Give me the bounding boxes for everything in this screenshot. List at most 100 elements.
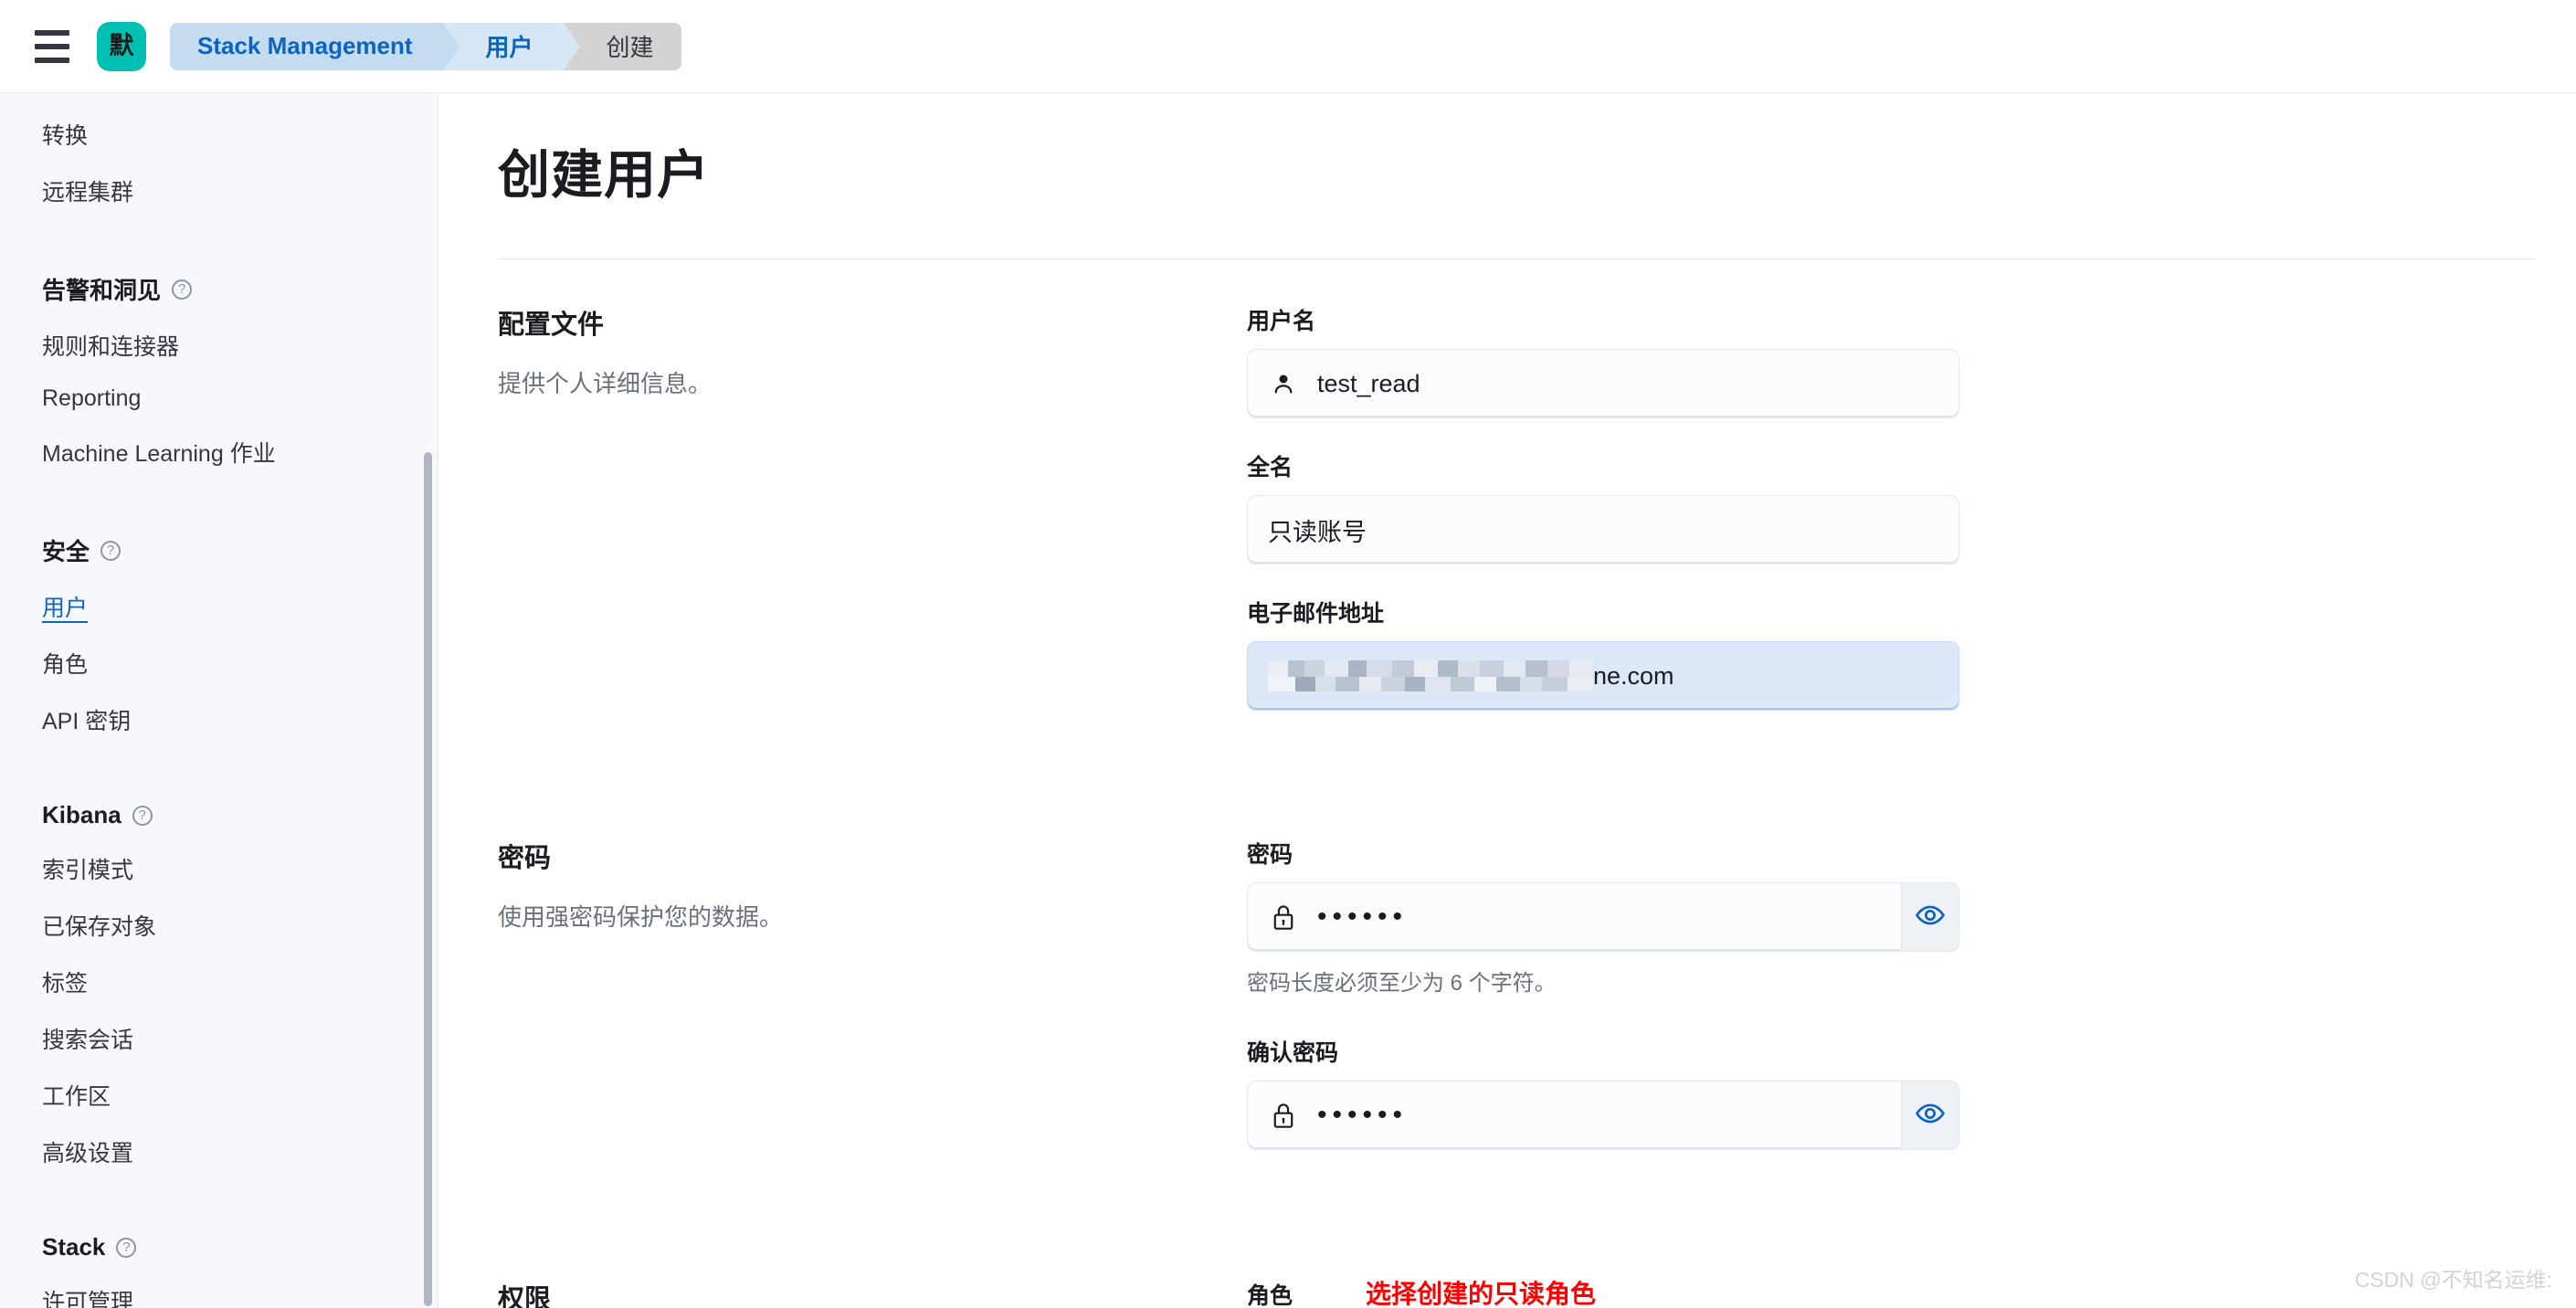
help-icon[interactable]: ? — [132, 805, 153, 826]
confirm-password-input[interactable]: •••••• — [1247, 1081, 1959, 1150]
field-label: 角色 — [1247, 1283, 1293, 1308]
sidebar-item-roles[interactable]: 角色 — [42, 635, 438, 691]
section-permissions-info: 权限 分配角色以管理访问和权限。 — [498, 1278, 1247, 1308]
sidebar-item-search-sessions[interactable]: 搜索会话 — [42, 1010, 438, 1067]
sidebar-item-machine-learning-jobs[interactable]: Machine Learning 作业 — [42, 424, 438, 480]
sidebar-item-users[interactable]: 用户 — [42, 578, 438, 635]
toggle-confirm-password-visibility-button[interactable] — [1901, 1081, 1959, 1150]
field-confirm-password: 确认密码 •••••• — [1247, 1035, 1959, 1150]
confirm-password-input-wrap: •••••• — [1247, 1081, 1959, 1150]
sidebar-item-api-keys[interactable]: API 密钥 — [42, 691, 438, 748]
sidebar-item-index-patterns[interactable]: 索引模式 — [42, 840, 438, 897]
field-username: 用户名 test_read — [1247, 303, 1959, 418]
hamburger-bar — [35, 57, 69, 63]
sidebar-group-label: Stack — [42, 1233, 106, 1261]
username-input[interactable]: test_read — [1247, 349, 1959, 418]
fullname-value: 只读账号 — [1268, 518, 1367, 546]
section-description: 提供个人详细信息。 — [498, 370, 713, 397]
section-password: 密码 使用强密码保护您的数据。 密码 •••••• 密码长度必须至少为 6 个字… — [439, 837, 2576, 1181]
breadcrumb-item-stack-management[interactable]: Stack Management — [170, 22, 459, 70]
section-password-info: 密码 使用强密码保护您的数据。 — [498, 837, 1247, 1181]
field-email: 电子邮件地址 ne.com — [1247, 596, 1959, 711]
field-label: 用户名 — [1247, 309, 1316, 334]
password-value: •••••• — [1317, 902, 1409, 932]
sidebar-group-kibana: Kibana ? 索引模式 已保存对象 标签 搜索会话 工作区 高级设置 — [42, 786, 438, 1180]
lock-icon — [1268, 902, 1299, 933]
breadcrumb-item-create: 创建 — [564, 22, 681, 70]
email-input[interactable]: ne.com — [1247, 641, 1959, 711]
watermark: CSDN @不知名运维: — [2354, 1268, 2552, 1292]
confirm-password-value: •••••• — [1317, 1100, 1409, 1130]
eye-icon — [1915, 900, 1946, 935]
lock-icon — [1268, 1100, 1299, 1131]
breadcrumb: Stack Management 用户 创建 — [170, 22, 681, 70]
field-roles: 角色 developers ✕ ✕ — [1247, 1278, 1959, 1308]
breadcrumb-item-users[interactable]: 用户 — [443, 22, 580, 70]
sidebar-scrollbar-thumb[interactable] — [424, 452, 432, 1306]
sidebar-group-title-kibana: Kibana ? — [42, 786, 438, 840]
sidebar-group-stack: Stack ? 许可管理 升级助手 — [42, 1218, 438, 1308]
section-profile: 配置文件 提供个人详细信息。 用户名 test_read 全名 只读账号 电子邮… — [439, 303, 2576, 742]
field-label: 电子邮件地址 — [1247, 601, 1385, 627]
field-label: 密码 — [1247, 842, 1293, 868]
sidebar-item-license-management[interactable]: 许可管理 — [42, 1272, 438, 1308]
help-icon[interactable]: ? — [172, 279, 193, 300]
field-label: 全名 — [1247, 455, 1293, 480]
section-permissions-fields: 选择创建的只读角色 角色 developers ✕ ✕ — [1247, 1278, 1959, 1308]
password-help-text: 密码长度必须至少为 6 个字符。 — [1247, 971, 1557, 996]
sidebar-item-spaces[interactable]: 工作区 — [42, 1067, 438, 1123]
section-permissions: 权限 分配角色以管理访问和权限。 选择创建的只读角色 角色 developers… — [439, 1278, 2576, 1308]
sidebar-group-security: 安全 ? 用户 角色 API 密钥 — [42, 519, 438, 748]
section-title: 配置文件 — [498, 311, 605, 340]
top-header: 默 Stack Management 用户 创建 — [0, 0, 2576, 93]
username-value: test_read — [1317, 369, 1420, 397]
section-profile-info: 配置文件 提供个人详细信息。 — [498, 303, 1247, 742]
section-description: 使用强密码保护您的数据。 — [498, 903, 784, 931]
help-icon[interactable]: ? — [100, 540, 121, 561]
section-title: 密码 — [498, 844, 552, 873]
password-input-wrap: •••••• — [1247, 882, 1959, 952]
sidebar-nav: 转换 远程集群 告警和洞见 ? 规则和连接器 Reporting Machine… — [0, 93, 438, 1308]
email-visible-tail: ne.com — [1593, 661, 1674, 690]
password-input[interactable]: •••••• — [1247, 882, 1959, 952]
sidebar-item-reporting[interactable]: Reporting — [42, 374, 438, 424]
toggle-password-visibility-button[interactable] — [1901, 882, 1959, 952]
hamburger-bar — [35, 29, 69, 36]
hamburger-menu-icon[interactable] — [31, 26, 73, 68]
field-password: 密码 •••••• 密码长度必须至少为 6 个字符。 — [1247, 837, 1959, 997]
title-divider — [498, 258, 2535, 259]
sidebar-item-advanced-settings[interactable]: 高级设置 — [42, 1123, 438, 1180]
sidebar-item-rules-connectors[interactable]: 规则和连接器 — [42, 317, 438, 374]
sidebar-group-label: 告警和洞见 — [42, 277, 162, 304]
app-logo[interactable]: 默 — [97, 21, 146, 71]
hamburger-bar — [35, 43, 69, 49]
sidebar-scrollbar[interactable] — [424, 93, 432, 1308]
sidebar-item-remote-clusters[interactable]: 远程集群 — [42, 163, 438, 219]
sidebar-group-label: 安全 — [42, 538, 90, 565]
section-title: 权限 — [498, 1285, 552, 1308]
section-profile-fields: 用户名 test_read 全名 只读账号 电子邮件地址 ne.com — [1247, 303, 1959, 742]
sidebar-group-label: Kibana — [42, 801, 121, 828]
main-content: 创建用户 配置文件 提供个人详细信息。 用户名 test_read 全名 只读账… — [439, 93, 2576, 1308]
fullname-input[interactable]: 只读账号 — [1247, 495, 1959, 564]
sidebar-group-title-stack: Stack ? — [42, 1218, 438, 1272]
app-root: 默 Stack Management 用户 创建 转换 远程集群 告警和洞见 ?… — [0, 0, 2576, 1308]
sidebar-item-tags[interactable]: 标签 — [42, 954, 438, 1010]
page-title: 创建用户 — [498, 146, 710, 205]
sidebar-group-title-security: 安全 ? — [42, 519, 438, 578]
help-icon[interactable]: ? — [116, 1237, 137, 1258]
eye-icon — [1915, 1098, 1946, 1134]
sidebar-item-transforms[interactable]: 转换 — [42, 106, 438, 163]
section-password-fields: 密码 •••••• 密码长度必须至少为 6 个字符。 确认密码 •••••• — [1247, 837, 1959, 1181]
sidebar-group-alerts: 告警和洞见 ? 规则和连接器 Reporting Machine Learnin… — [42, 258, 438, 480]
sidebar-group-title-alerts: 告警和洞见 ? — [42, 258, 438, 317]
sidebar-group: 转换 远程集群 — [42, 106, 438, 219]
field-label: 确认密码 — [1247, 1040, 1339, 1066]
field-fullname: 全名 只读账号 — [1247, 449, 1959, 564]
email-redaction-mask — [1268, 660, 1593, 691]
sidebar-item-saved-objects[interactable]: 已保存对象 — [42, 897, 438, 954]
